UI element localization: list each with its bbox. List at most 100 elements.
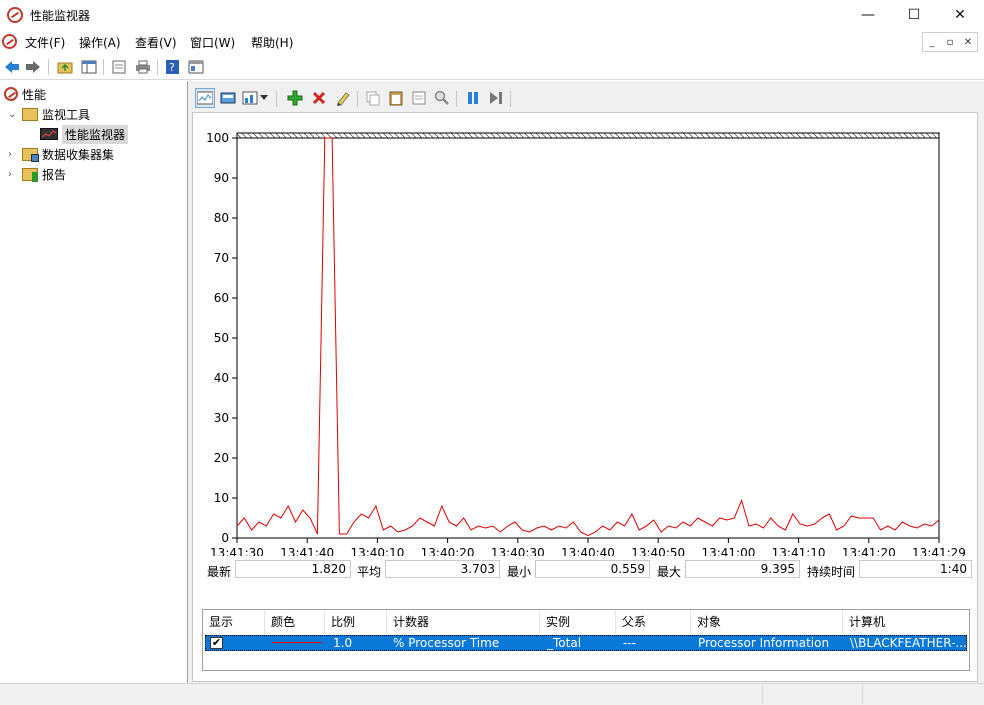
- properties-icon[interactable]: [110, 58, 128, 76]
- forward-icon[interactable]: [24, 58, 42, 76]
- chevron-right-icon[interactable]: ›: [8, 149, 20, 160]
- freeze-display-icon[interactable]: [464, 89, 482, 107]
- column-header-show[interactable]: 显示: [203, 610, 265, 634]
- chevron-down-icon[interactable]: [259, 89, 269, 107]
- x-tick-label: 13:40:40: [561, 546, 615, 556]
- counter-cell: % Processor Time: [393, 636, 500, 650]
- zoom-icon[interactable]: [433, 89, 451, 107]
- mdi-controls: _ ▫ ✕: [922, 32, 978, 52]
- x-tick-label: 13:41:29: [912, 546, 966, 556]
- show-hide-tree-icon[interactable]: [80, 58, 98, 76]
- chevron-down-icon[interactable]: ⌄: [8, 109, 20, 120]
- scale-cell: 1.0: [333, 636, 353, 650]
- duration-value: 1:40: [859, 560, 972, 578]
- menu-help[interactable]: 帮助(H): [251, 34, 293, 51]
- toolbar-divider: [357, 91, 358, 107]
- y-tick-label: 30: [214, 411, 229, 425]
- perfmon-menu-icon[interactable]: [2, 34, 17, 49]
- toolbar-divider: [276, 91, 277, 107]
- column-header-scale[interactable]: 比例: [325, 610, 387, 634]
- tree-item-reports[interactable]: › 报告: [8, 164, 66, 184]
- menu-window[interactable]: 窗口(W): [190, 34, 235, 51]
- parent-cell: ---: [623, 636, 636, 650]
- counter-color-swatch: [272, 642, 322, 643]
- column-header-computer[interactable]: 计算机: [843, 610, 969, 634]
- minimize-button[interactable]: —: [845, 0, 891, 30]
- plot-frame: [236, 137, 940, 539]
- column-header-parent[interactable]: 父系: [616, 610, 691, 634]
- column-header-counter[interactable]: 计数器: [387, 610, 540, 634]
- main-toolbar: ?: [0, 54, 984, 80]
- column-header-color[interactable]: 颜色: [265, 610, 325, 634]
- menu-file[interactable]: 文件(F): [25, 34, 65, 51]
- mdi-close-button[interactable]: ✕: [959, 33, 977, 51]
- folder-icon: [22, 107, 38, 121]
- chart-area: 0 10 20 30 40 50 60 70 80 90 100 13:41:30 13:41:40 1…: [192, 112, 978, 682]
- average-label: 平均: [357, 565, 382, 579]
- show-checkbox[interactable]: ✔: [210, 637, 223, 649]
- mdi-restore-button[interactable]: ▫: [941, 33, 959, 51]
- add-counter-icon[interactable]: [286, 89, 304, 107]
- view-current-activity-icon[interactable]: [195, 88, 215, 108]
- print-icon[interactable]: [134, 58, 152, 76]
- tree-item-data-collector-sets[interactable]: › 数据收集器集: [8, 144, 114, 164]
- paste-counter-list-icon[interactable]: [387, 89, 405, 107]
- instance-cell: _Total: [547, 636, 582, 650]
- delete-counter-icon[interactable]: [310, 89, 328, 107]
- x-tick-label: 13:41:30: [210, 546, 264, 556]
- minimum-label: 最小: [507, 565, 532, 579]
- tree-item-monitoring-tools[interactable]: ⌄ 监视工具: [8, 104, 90, 124]
- table-row[interactable]: ✔ 1.0 % Processor Time _Total --- Proces…: [205, 635, 967, 651]
- toolbar-divider: [157, 59, 158, 75]
- status-panel: [862, 686, 863, 704]
- toolbar-divider: [48, 59, 49, 75]
- y-tick-label: 20: [214, 451, 229, 465]
- toolbar-divider: [103, 59, 104, 75]
- x-tick-label: 13:40:20: [421, 546, 475, 556]
- duration-label: 持续时间: [807, 565, 856, 579]
- tree-item-performance[interactable]: 性能: [4, 84, 46, 104]
- status-bar: [0, 683, 984, 705]
- x-tick-label: 13:40:30: [491, 546, 545, 556]
- chart-top-hatch: [236, 132, 940, 139]
- computer-cell: \\BLACKFEATHER-...: [850, 636, 966, 650]
- data-collector-icon: [22, 147, 39, 162]
- update-data-icon[interactable]: [487, 89, 505, 107]
- maximize-button[interactable]: ☐: [891, 0, 937, 30]
- mdi-minimize-button[interactable]: _: [923, 33, 941, 51]
- column-header-instance[interactable]: 实例: [540, 610, 616, 634]
- tree-item-performance-monitor[interactable]: 性能监视器: [40, 124, 129, 144]
- y-tick-label: 50: [214, 331, 229, 345]
- tree-label: 监视工具: [42, 107, 91, 122]
- chevron-right-icon[interactable]: ›: [8, 169, 20, 180]
- up-folder-icon[interactable]: [56, 58, 74, 76]
- tree-label: 报告: [42, 167, 67, 182]
- maximum-value: 9.395: [685, 560, 800, 578]
- monitor-chart-icon: [40, 128, 58, 140]
- tree-label: 数据收集器集: [42, 147, 115, 162]
- minimum-value: 0.559: [535, 560, 650, 578]
- highlight-icon[interactable]: [334, 89, 352, 107]
- menu-view[interactable]: 查看(V): [135, 34, 177, 51]
- counter-legend-list: 显示 颜色 比例 计数器 实例 父系 对象 计算机 ✔ 1.0 % Proces…: [202, 609, 970, 671]
- line-chart[interactable]: 0 10 20 30 40 50 60 70 80 90 100 13:41:30 13:41:40 1…: [193, 113, 977, 556]
- view-log-data-icon[interactable]: [219, 89, 237, 107]
- x-tick-label: 13:41:00: [701, 546, 755, 556]
- column-header-object[interactable]: 对象: [691, 610, 843, 634]
- tree-label: 性能: [22, 87, 47, 102]
- properties-icon[interactable]: [410, 89, 428, 107]
- title-bar: 性能监视器 — ☐ ✕: [0, 0, 984, 30]
- back-icon[interactable]: [3, 58, 21, 76]
- menu-action[interactable]: 操作(A): [79, 34, 121, 51]
- copy-properties-icon[interactable]: [364, 89, 382, 107]
- change-graph-type-icon[interactable]: [241, 89, 259, 107]
- graph-toolbar: [192, 86, 984, 112]
- y-tick-label: 60: [214, 291, 229, 305]
- y-tick-label: 100: [206, 131, 229, 145]
- snapin-view-icon[interactable]: [187, 58, 205, 76]
- maximum-label: 最大: [657, 565, 682, 579]
- help-icon[interactable]: ?: [164, 58, 182, 76]
- close-button[interactable]: ✕: [937, 0, 983, 30]
- x-tick-label: 13:40:50: [631, 546, 685, 556]
- performance-monitor-pane: 0 10 20 30 40 50 60 70 80 90 100 13:41:30 13:41:40 1…: [192, 81, 984, 683]
